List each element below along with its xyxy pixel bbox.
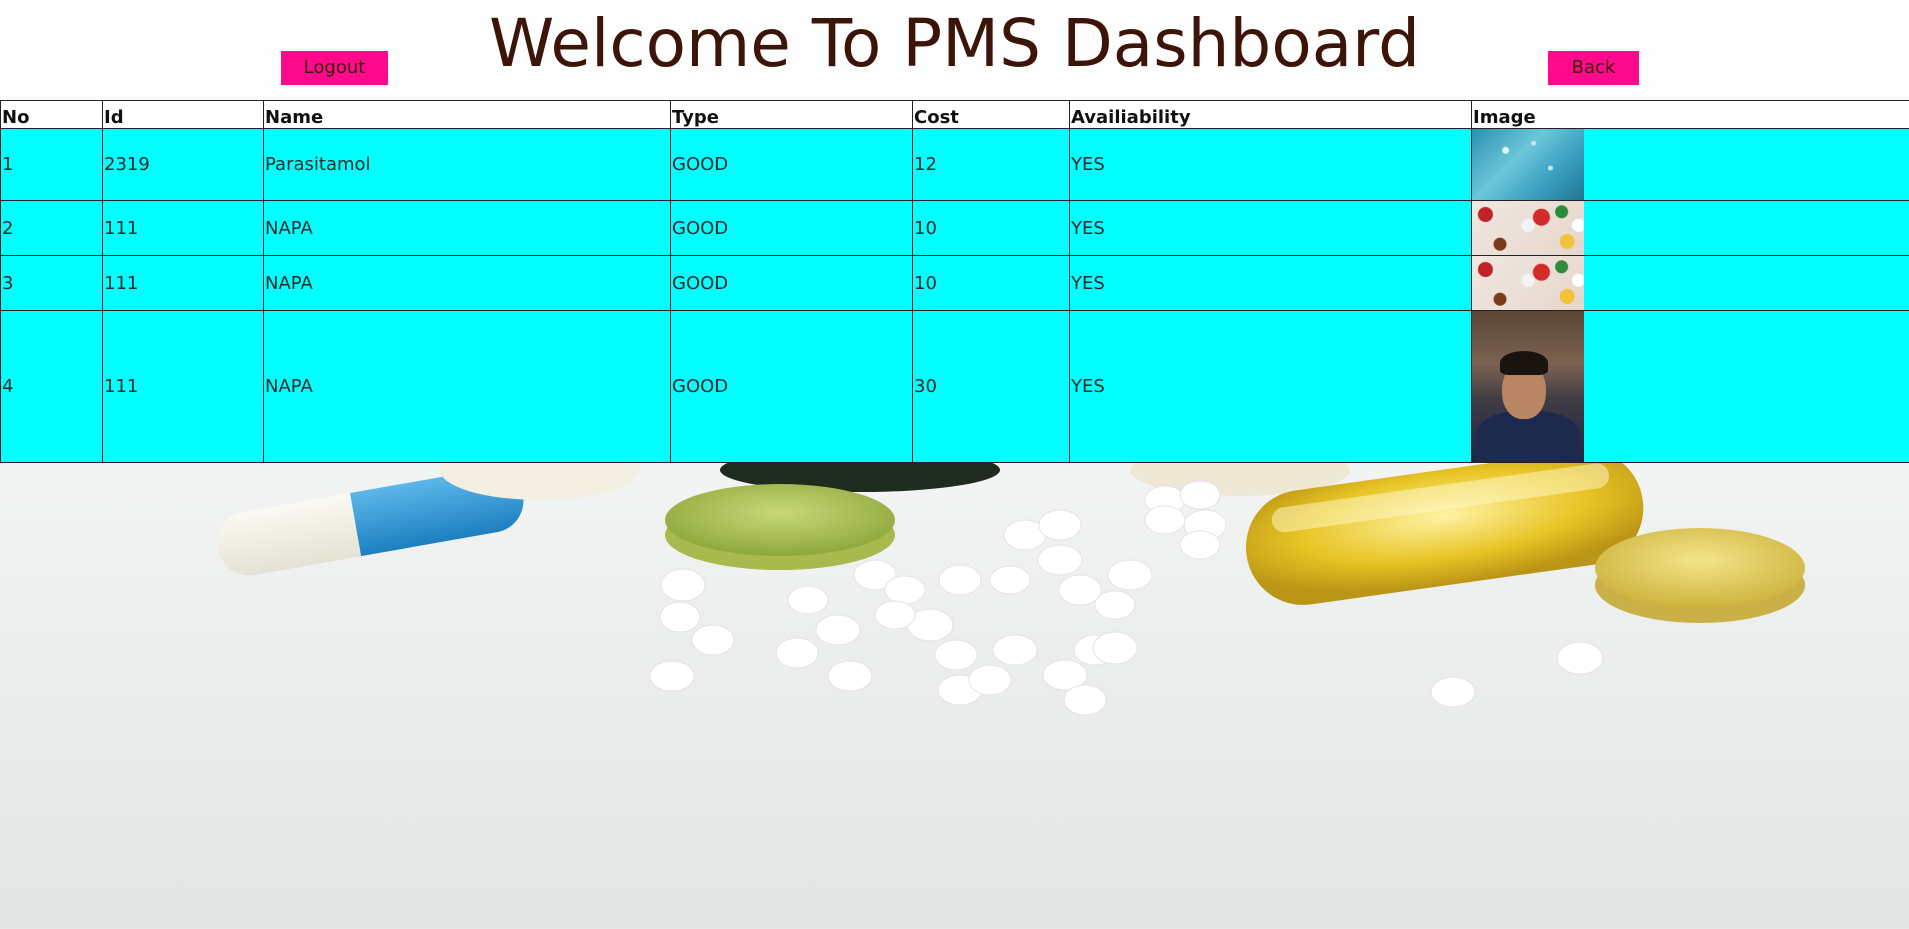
cell-type: GOOD — [670, 200, 913, 256]
cell-image — [1471, 128, 1909, 201]
medicine-table: No Id Name Type Cost Availiability Image… — [0, 100, 1909, 463]
column-header-type: Type — [670, 100, 913, 129]
cell-image — [1471, 200, 1909, 256]
cell-cost: 10 — [912, 200, 1070, 256]
cell-image — [1471, 255, 1909, 311]
cell-id: 111 — [102, 200, 264, 256]
cell-name: NAPA — [263, 200, 671, 256]
column-header-image: Image — [1471, 100, 1909, 129]
cell-no: 4 — [0, 310, 103, 463]
cell-type: GOOD — [670, 310, 913, 463]
cell-availability: YES — [1069, 255, 1472, 311]
cell-no: 3 — [0, 255, 103, 311]
cell-no: 2 — [0, 200, 103, 256]
cell-type: GOOD — [670, 255, 913, 311]
table-row: 3 111 NAPA GOOD 10 YES — [0, 255, 1909, 311]
cell-type: GOOD — [670, 128, 913, 201]
cell-id: 2319 — [102, 128, 264, 201]
cell-availability: YES — [1069, 200, 1472, 256]
logout-button[interactable]: Logout — [281, 51, 388, 85]
back-button[interactable]: Back — [1548, 51, 1639, 85]
cell-name: NAPA — [263, 255, 671, 311]
cell-id: 111 — [102, 255, 264, 311]
table-row: 1 2319 Parasitamol GOOD 12 YES — [0, 128, 1909, 201]
person-photo-image — [1472, 311, 1584, 462]
column-header-cost: Cost — [912, 100, 1070, 129]
cell-availability: YES — [1069, 128, 1472, 201]
cell-name: NAPA — [263, 310, 671, 463]
medicine-thumbnail-image — [1472, 129, 1584, 200]
medicine-thumbnail-image — [1472, 201, 1584, 255]
cell-image — [1471, 310, 1909, 463]
table-header-row: No Id Name Type Cost Availiability Image — [0, 100, 1909, 129]
cell-id: 111 — [102, 310, 264, 463]
cell-availability: YES — [1069, 310, 1472, 463]
table-row: 2 111 NAPA GOOD 10 YES — [0, 200, 1909, 256]
cell-cost: 30 — [912, 310, 1070, 463]
column-header-no: No — [0, 100, 103, 129]
cell-no: 1 — [0, 128, 103, 201]
column-header-availability: Availiability — [1069, 100, 1472, 129]
cell-cost: 12 — [912, 128, 1070, 201]
column-header-id: Id — [102, 100, 264, 129]
cell-cost: 10 — [912, 255, 1070, 311]
cell-name: Parasitamol — [263, 128, 671, 201]
column-header-name: Name — [263, 100, 671, 129]
medicine-thumbnail-image — [1472, 256, 1584, 310]
table-row: 4 111 NAPA GOOD 30 YES — [0, 310, 1909, 463]
